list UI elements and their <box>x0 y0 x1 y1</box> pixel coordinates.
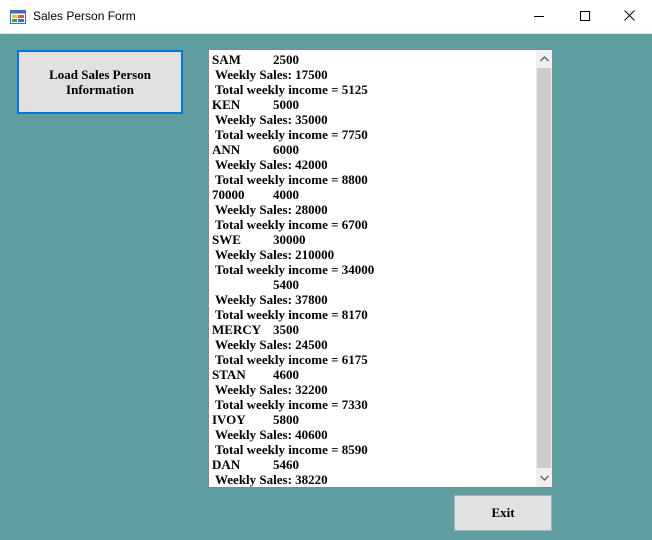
list-item[interactable]: Total weekly income = 8800 <box>212 172 532 187</box>
list-item[interactable]: Weekly Sales: 40600 <box>212 427 532 442</box>
list-item-text: Weekly Sales: 42000 <box>215 157 328 172</box>
list-item-text: Total weekly income = 7750 <box>215 127 368 142</box>
minimize-icon <box>534 8 544 26</box>
exit-label: Exit <box>491 505 515 520</box>
list-item[interactable]: KEN 5000 <box>212 97 532 112</box>
list-item-name: DAN <box>212 457 241 472</box>
list-item-value: 5400 <box>273 277 299 292</box>
load-sales-person-label: Load Sales Person Information <box>49 67 151 97</box>
list-item-name: MERCY <box>212 322 262 337</box>
close-button[interactable] <box>606 0 652 34</box>
list-item-text: Total weekly income = 5125 <box>215 82 368 97</box>
list-item-name: 70000 <box>212 187 245 202</box>
list-item-name: IVOY <box>212 412 246 427</box>
list-item-name: SWE <box>212 232 241 247</box>
list-item-text: Weekly Sales: 37800 <box>215 292 328 307</box>
list-item[interactable]: Weekly Sales: 28000 <box>212 202 532 217</box>
list-item[interactable]: Total weekly income = 34000 <box>212 262 532 277</box>
list-item[interactable]: Total weekly income = 7330 <box>212 397 532 412</box>
list-item[interactable]: Total weekly income = 5125 <box>212 82 532 97</box>
list-item[interactable]: Total weekly income = 8590 <box>212 442 532 457</box>
list-item[interactable]: Weekly Sales: 17500 <box>212 67 532 82</box>
scroll-up-arrow-icon[interactable] <box>536 51 552 67</box>
app-form-icon <box>10 10 26 24</box>
list-item-text: Weekly Sales: 38220 <box>215 472 328 487</box>
listbox-content: SAM 2500 Weekly Sales: 17500 Total weekly i… <box>212 52 532 487</box>
list-item[interactable]: IVOY 5800 <box>212 412 532 427</box>
list-item[interactable]: Weekly Sales: 38220 <box>212 472 532 487</box>
list-item[interactable]: STAN 4600 <box>212 367 532 382</box>
list-item-value: 4600 <box>273 367 299 382</box>
list-item[interactable]: MERCY 3500 <box>212 322 532 337</box>
maximize-icon <box>580 8 590 26</box>
list-item-name: ANN <box>212 142 241 157</box>
list-item[interactable]: Weekly Sales: 35000 <box>212 112 532 127</box>
close-icon <box>623 8 635 26</box>
list-item-name: KEN <box>212 97 241 112</box>
list-item-value: 5460 <box>273 457 299 472</box>
list-item-value: 6000 <box>273 142 299 157</box>
list-item-text: Total weekly income = 8590 <box>215 442 368 457</box>
list-item[interactable]: 5400 <box>212 277 532 292</box>
list-item-text: Weekly Sales: 40600 <box>215 427 328 442</box>
list-item[interactable]: SWE 30000 <box>212 232 532 247</box>
list-item[interactable]: Total weekly income = 6700 <box>212 217 532 232</box>
sales-person-listbox[interactable]: SAM 2500 Weekly Sales: 17500 Total weekly i… <box>208 49 553 488</box>
list-item-text: Weekly Sales: 17500 <box>215 67 328 82</box>
list-item-name: SAM <box>212 52 241 67</box>
list-item[interactable]: DAN 5460 <box>212 457 532 472</box>
list-item-text: Weekly Sales: 28000 <box>215 202 328 217</box>
list-item-text: Total weekly income = 34000 <box>215 262 375 277</box>
list-item[interactable]: 70000 4000 <box>212 187 532 202</box>
list-item-value: 4000 <box>273 187 299 202</box>
scroll-thumb[interactable] <box>537 68 551 468</box>
list-item-value: 5800 <box>273 412 299 427</box>
list-item-value: 2500 <box>273 52 299 67</box>
list-item[interactable]: Weekly Sales: 32200 <box>212 382 532 397</box>
list-item-name: STAN <box>212 367 246 382</box>
load-sales-person-button[interactable]: Load Sales Person Information <box>17 50 183 114</box>
list-item-text: Weekly Sales: 210000 <box>215 247 335 262</box>
window-title: Sales Person Form <box>33 9 136 23</box>
list-item[interactable]: Weekly Sales: 42000 <box>212 157 532 172</box>
title-bar[interactable]: Sales Person Form <box>0 0 652 34</box>
list-item-text: Weekly Sales: 35000 <box>215 112 328 127</box>
list-item-value: 3500 <box>273 322 299 337</box>
exit-button[interactable]: Exit <box>454 495 552 531</box>
list-item-text: Weekly Sales: 24500 <box>215 337 328 352</box>
list-item-text: Total weekly income = 6700 <box>215 217 368 232</box>
vertical-scrollbar[interactable] <box>536 50 552 487</box>
list-item-text: Total weekly income = 6175 <box>215 352 368 367</box>
list-item-text: Total weekly income = 7330 <box>215 397 368 412</box>
list-item[interactable]: Weekly Sales: 37800 <box>212 292 532 307</box>
list-item-value: 5000 <box>273 97 299 112</box>
list-item-text: Weekly Sales: 32200 <box>215 382 328 397</box>
list-item-text: Total weekly income = 8170 <box>215 307 368 322</box>
list-item[interactable]: Total weekly income = 8170 <box>212 307 532 322</box>
list-item[interactable]: Weekly Sales: 24500 <box>212 337 532 352</box>
list-item[interactable]: Weekly Sales: 210000 <box>212 247 532 262</box>
list-item[interactable]: Total weekly income = 7750 <box>212 127 532 142</box>
list-item[interactable]: SAM 2500 <box>212 52 532 67</box>
list-item[interactable]: Total weekly income = 6175 <box>212 352 532 367</box>
list-item-value: 30000 <box>273 232 306 247</box>
maximize-button[interactable] <box>562 0 608 34</box>
list-item-text: Total weekly income = 8800 <box>215 172 368 187</box>
minimize-button[interactable] <box>516 0 562 34</box>
list-item[interactable]: ANN 6000 <box>212 142 532 157</box>
scroll-down-arrow-icon[interactable] <box>536 470 552 486</box>
